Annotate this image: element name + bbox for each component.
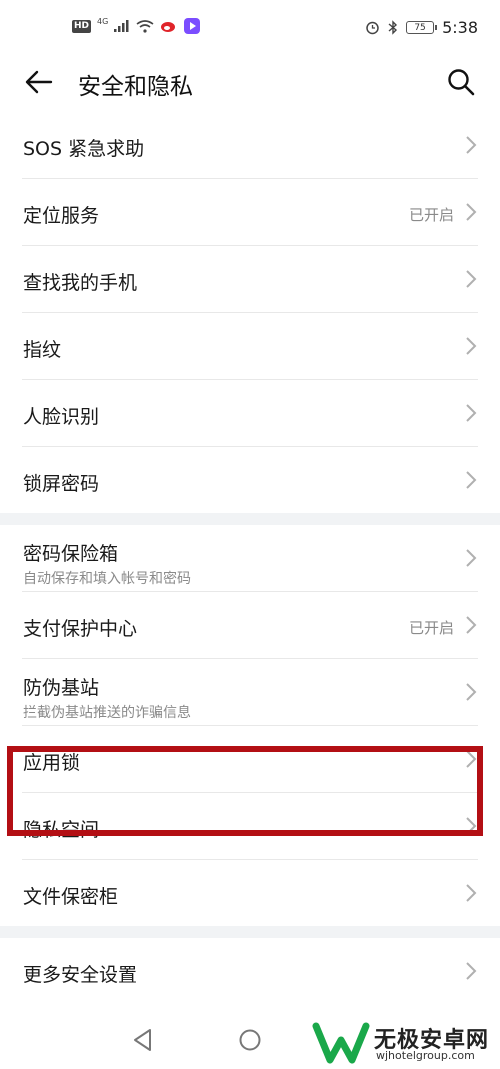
chevron-right-icon xyxy=(466,337,477,355)
arrow-left-icon xyxy=(25,70,53,94)
signal-icon xyxy=(114,20,129,32)
setting-title: 锁屏密码 xyxy=(23,473,100,495)
setting-title: 支付保护中心 xyxy=(23,618,138,640)
watermark-logo-icon xyxy=(312,1022,370,1064)
circle-home-icon[interactable] xyxy=(239,1029,261,1051)
back-button[interactable] xyxy=(20,64,58,100)
setting-face-recognition[interactable]: 人脸识别 xyxy=(22,380,478,447)
setting-find-my-phone[interactable]: 查找我的手机 xyxy=(22,246,478,313)
setting-more-security[interactable]: 更多安全设置 xyxy=(22,938,478,1004)
video-app-icon xyxy=(184,18,201,34)
chevron-right-icon xyxy=(466,471,477,489)
setting-lock-screen-password[interactable]: 锁屏密码 xyxy=(22,447,478,513)
setting-status: 已开启 xyxy=(408,619,454,637)
setting-title: 应用锁 xyxy=(23,752,81,774)
page-title: 安全和隐私 xyxy=(78,74,193,100)
chevron-right-icon xyxy=(466,136,477,154)
battery-icon: 75 xyxy=(406,21,438,34)
weibo-app-icon xyxy=(161,22,176,32)
clock: 5:38 xyxy=(442,18,478,37)
chevron-right-icon xyxy=(466,884,477,902)
setting-app-lock[interactable]: 应用锁 xyxy=(22,726,478,793)
chevron-right-icon xyxy=(466,404,477,422)
setting-fake-base-station[interactable]: 防伪基站 拦截伪基站推送的诈骗信息 xyxy=(22,659,478,726)
section-divider xyxy=(0,926,500,938)
battery-level: 75 xyxy=(414,23,426,33)
setting-sos[interactable]: SOS 紧急求助 xyxy=(22,112,478,179)
chevron-right-icon xyxy=(466,750,477,768)
wifi-icon xyxy=(136,19,154,33)
setting-fingerprint[interactable]: 指纹 xyxy=(22,313,478,380)
setting-title: 指纹 xyxy=(23,339,62,361)
setting-location[interactable]: 定位服务 已开启 xyxy=(22,179,478,246)
network-type: 4G xyxy=(97,16,109,26)
chevron-right-icon xyxy=(466,270,477,288)
setting-title: 人脸识别 xyxy=(23,406,100,428)
section-divider xyxy=(0,513,500,525)
setting-title: 定位服务 xyxy=(23,205,100,227)
setting-title: 查找我的手机 xyxy=(23,272,138,294)
setting-payment-protection[interactable]: 支付保护中心 已开启 xyxy=(22,592,478,659)
setting-title: 隐私空间 xyxy=(23,819,100,841)
setting-title: SOS 紧急求助 xyxy=(23,138,145,160)
chevron-right-icon xyxy=(466,203,477,221)
setting-password-vault[interactable]: 密码保险箱 自动保存和填入帐号和密码 xyxy=(22,525,478,592)
setting-subtitle: 拦截伪基站推送的诈骗信息 xyxy=(23,705,191,721)
search-button[interactable] xyxy=(444,64,478,100)
bluetooth-icon xyxy=(388,20,398,35)
triangle-back-icon[interactable] xyxy=(130,1027,156,1053)
chevron-right-icon xyxy=(466,817,477,835)
watermark-url: wjhotelgroup.com xyxy=(376,1049,475,1062)
alarm-icon xyxy=(366,21,379,35)
setting-title: 更多安全设置 xyxy=(23,964,138,986)
hd-badge: HD xyxy=(72,19,92,33)
chevron-right-icon xyxy=(466,683,477,701)
setting-private-space[interactable]: 隐私空间 xyxy=(22,793,478,860)
search-icon xyxy=(448,69,475,96)
watermark: 无极安卓网 wjhotelgroup.com xyxy=(312,1018,500,1066)
setting-status: 已开启 xyxy=(408,206,454,224)
setting-file-safe[interactable]: 文件保密柜 xyxy=(22,860,478,926)
chevron-right-icon xyxy=(466,549,477,567)
setting-title: 防伪基站 xyxy=(23,677,100,699)
chevron-right-icon xyxy=(466,962,477,980)
app-header: 安全和隐私 xyxy=(0,58,500,106)
settings-list: SOS 紧急求助 定位服务 已开启 查找我的手机 指纹 人脸识别 锁屏密码 密码… xyxy=(0,112,500,1004)
chevron-right-icon xyxy=(466,616,477,634)
setting-title: 密码保险箱 xyxy=(23,543,119,565)
setting-title: 文件保密柜 xyxy=(23,886,119,908)
setting-subtitle: 自动保存和填入帐号和密码 xyxy=(23,571,191,587)
status-bar: HD 4G 75 5:38 xyxy=(0,0,500,58)
